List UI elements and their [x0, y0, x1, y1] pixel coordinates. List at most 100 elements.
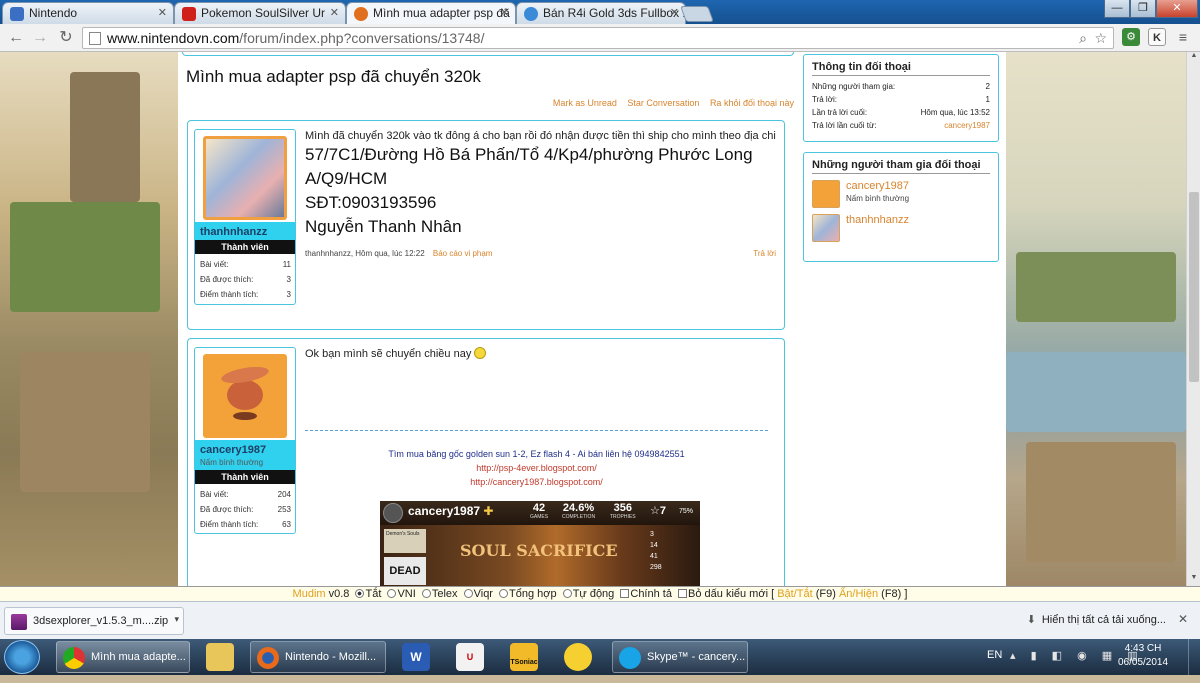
- extension-icon[interactable]: ⚙: [1122, 28, 1140, 46]
- avatar[interactable]: [203, 354, 287, 438]
- search-icon[interactable]: ⌕: [1079, 30, 1087, 47]
- psn-games-value: 42: [532, 502, 546, 514]
- ime-toggle-key: (F9): [815, 588, 836, 600]
- taskbar-chrome[interactable]: Mình mua adapte...: [56, 641, 190, 673]
- folder-icon[interactable]: [206, 643, 234, 671]
- scroll-down-icon[interactable]: ▼: [1187, 574, 1200, 586]
- leave-conversation-link[interactable]: Ra khỏi đối thoại này: [710, 98, 794, 108]
- minimize-button[interactable]: —: [1104, 0, 1130, 18]
- close-icon[interactable]: ✕: [1178, 612, 1188, 626]
- avatar[interactable]: [203, 136, 287, 220]
- reload-button[interactable]: ↻: [56, 28, 76, 48]
- info-value: 2: [985, 82, 990, 91]
- radio-combined[interactable]: [499, 589, 509, 598]
- word-icon[interactable]: W: [402, 643, 430, 671]
- psn-level: ☆7: [650, 504, 666, 517]
- info-row: Lần trả lời cuối: Hôm qua, lúc 13:52: [812, 106, 990, 119]
- ime-brand: Mudim: [292, 588, 326, 600]
- post-author-date[interactable]: thanhnhanzz, Hôm qua, lúc 12:22: [305, 249, 425, 258]
- chevron-down-icon[interactable]: ▾: [174, 614, 179, 625]
- tab-nintendo[interactable]: Nintendo ✕: [2, 2, 174, 24]
- ime-hide-key: (F8): [881, 588, 902, 600]
- close-icon[interactable]: ✕: [670, 3, 679, 24]
- show-desktop-button[interactable]: [1188, 639, 1200, 675]
- ime-hide-link[interactable]: Ẩn/Hiện: [839, 588, 878, 600]
- taskbar-skype[interactable]: Skype™ - cancery...: [612, 641, 748, 673]
- top-divider: [182, 52, 794, 56]
- tab-youtube[interactable]: Pokemon SoulSilver Ur ✕: [174, 2, 346, 24]
- psn-card[interactable]: cancery1987 ✚ 42 GAMES 24.6% COMPLETION 35…: [380, 501, 700, 586]
- download-filename: 3dsexplorer_v1.5.3_m....zip: [33, 615, 169, 627]
- radio-vni[interactable]: [387, 589, 397, 598]
- participant-name[interactable]: cancery1987: [846, 180, 909, 192]
- close-icon[interactable]: ✕: [330, 3, 339, 24]
- extension-k-button[interactable]: K: [1148, 28, 1166, 46]
- participant-name[interactable]: thanhnhanzz: [846, 214, 909, 226]
- forum-page: Mình mua adapter psp đã chuyển 320k Mark…: [178, 52, 1006, 586]
- smiley-icon: [474, 347, 487, 359]
- psn-level-value: 7: [659, 505, 666, 517]
- reply-link[interactable]: Trả lời: [753, 249, 776, 258]
- close-icon[interactable]: ✕: [158, 3, 167, 24]
- info-label: Những người tham gia:: [812, 82, 896, 91]
- info-value-user-link[interactable]: cancery1987: [944, 119, 990, 132]
- username[interactable]: cancery1987: [195, 440, 295, 458]
- yahoo-messenger-icon[interactable]: [564, 643, 592, 671]
- star-icon[interactable]: ☆: [1094, 30, 1107, 47]
- tab-active-conversation[interactable]: Mình mua adapter psp đã ✕: [346, 2, 516, 24]
- avatar[interactable]: [812, 214, 840, 242]
- participant-item[interactable]: cancery1987 Nấm bình thường: [812, 178, 990, 212]
- language-indicator[interactable]: EN: [987, 649, 1002, 661]
- ime-toggle-link[interactable]: Bật/Tắt: [777, 588, 812, 600]
- signature-link[interactable]: http://psp-4ever.blogspot.com/: [305, 461, 768, 475]
- vertical-scrollbar[interactable]: ▲ ▼: [1186, 52, 1200, 586]
- controller-icon: [10, 7, 24, 21]
- radio-telex[interactable]: [421, 589, 431, 598]
- downloads-bar: 3dsexplorer_v1.5.3_m....zip ▾ ⬇ Hiển thị …: [0, 601, 1200, 639]
- menu-icon[interactable]: ≡: [1174, 28, 1192, 46]
- report-link[interactable]: Báo cáo vi phạm: [433, 249, 493, 258]
- clock[interactable]: 4:43 CH 06/05/2014: [1118, 642, 1168, 670]
- address-bar[interactable]: www.nintendovn.com/forum/index.php?conve…: [82, 27, 1114, 49]
- username[interactable]: thanhnhanzz: [195, 222, 295, 240]
- radio-viqr[interactable]: [463, 589, 473, 598]
- message-body: Ok bạn mình sẽ chuyển chiều nay Tìm mua …: [305, 339, 776, 586]
- participant-item[interactable]: thanhnhanzz: [812, 212, 990, 246]
- forward-button[interactable]: →: [30, 28, 50, 48]
- maximize-button[interactable]: ❐: [1130, 0, 1156, 18]
- star-icon: ☆: [650, 505, 660, 517]
- stat-value: 11: [282, 260, 291, 269]
- clock-time: 4:43 CH: [1124, 643, 1162, 654]
- checkbox-spelling[interactable]: [620, 589, 630, 598]
- star-conversation-link[interactable]: Star Conversation: [627, 98, 699, 108]
- message-text: Ok bạn mình sẽ chuyển chiều nay: [305, 347, 776, 361]
- message-post: cancery1987 Nấm bình thường Thành viên B…: [187, 338, 785, 586]
- close-icon[interactable]: ✕: [500, 3, 509, 24]
- radio-off[interactable]: [355, 589, 365, 598]
- taskbar-firefox[interactable]: Nintendo - Mozill...: [250, 641, 386, 673]
- signature-link[interactable]: http://cancery1987.blogspot.com/: [305, 475, 768, 489]
- stat-label: Điểm thành tích:: [200, 520, 259, 529]
- info-value: 1: [985, 95, 990, 104]
- stat-row: Bài viết: 11: [200, 257, 291, 272]
- info-label: Lần trả lời cuối:: [812, 108, 868, 117]
- arrow-right-icon: →: [32, 29, 48, 46]
- radio-auto[interactable]: [562, 589, 572, 598]
- mark-unread-link[interactable]: Mark as Unread: [553, 98, 617, 108]
- show-all-downloads-link[interactable]: ⬇ Hiển thị tất cả tải xuống...: [1027, 613, 1166, 626]
- tab-r4i[interactable]: Bán R4i Gold 3ds Fullbox 1 ✕: [516, 2, 686, 24]
- avatar[interactable]: [812, 180, 840, 208]
- stat-label: Bài viết:: [200, 260, 229, 269]
- unikey-icon[interactable]: U: [456, 643, 484, 671]
- start-button[interactable]: [4, 640, 40, 674]
- new-tab-button[interactable]: [680, 6, 714, 22]
- close-window-button[interactable]: ✕: [1156, 0, 1198, 18]
- trophy-count-gold: 14: [650, 542, 658, 549]
- checkbox-new-accent[interactable]: [678, 589, 688, 598]
- scrollbar-thumb[interactable]: [1189, 192, 1199, 382]
- message-text: Mình đã chuyển 320k vào tk đông á cho bạ…: [305, 130, 776, 142]
- download-item[interactable]: 3dsexplorer_v1.5.3_m....zip ▾: [4, 607, 184, 635]
- scroll-up-icon[interactable]: ▲: [1187, 52, 1200, 64]
- tsoniac-icon[interactable]: TSoniac: [510, 643, 538, 671]
- back-button[interactable]: ←: [6, 28, 26, 48]
